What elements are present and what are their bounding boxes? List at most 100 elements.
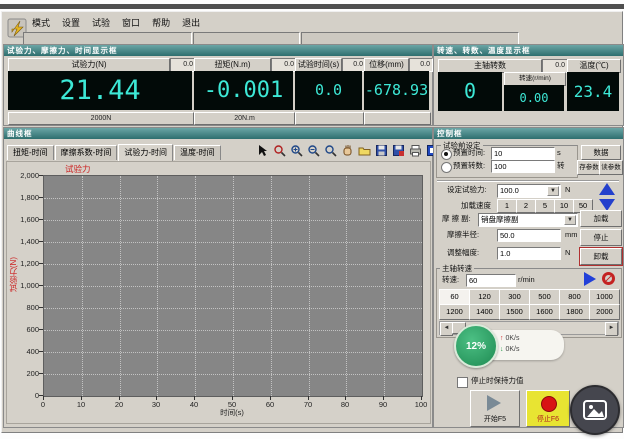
curve-tabs: 扭矩-时间摩擦系数-时间试验力-时间温度-时间	[7, 142, 222, 159]
set-force-combo[interactable]: 100.0 ▼	[497, 184, 561, 198]
start-button[interactable]: 开始F5	[470, 390, 520, 427]
panel-title: 试验力、摩擦力、时间显示框	[4, 45, 432, 56]
cpu-gauge-overlay[interactable]: 12%	[454, 324, 498, 368]
friction-radius-input[interactable]: 50.0	[497, 229, 561, 242]
stop-button[interactable]: 停止	[580, 229, 622, 246]
y-tick-mark	[39, 351, 43, 352]
preset-time-radio[interactable]	[441, 149, 452, 160]
read-params-button[interactable]: 读参数	[599, 160, 623, 175]
load-button[interactable]: 加载	[580, 210, 622, 227]
x-tick-label: 10	[77, 400, 85, 409]
set-force-value: 100.0	[500, 186, 519, 195]
chevron-down-icon[interactable]: ▼	[564, 215, 576, 225]
curve-tab[interactable]: 试验力-时间	[118, 144, 173, 161]
unload-button[interactable]: 卸载	[580, 248, 622, 265]
speed-grid-button[interactable]: 1200	[439, 304, 470, 320]
menu-item[interactable]: 退出	[182, 16, 200, 29]
menu-item[interactable]: 模式	[32, 16, 50, 29]
x-tick-mark	[194, 396, 195, 400]
print-icon[interactable]	[409, 144, 422, 157]
open-file-icon[interactable]	[358, 144, 371, 157]
speed-sub-lcd: 0.00	[504, 85, 564, 111]
load-speed-button[interactable]: 2	[516, 199, 536, 213]
speed-grid-button[interactable]: 120	[469, 289, 500, 305]
spindle-stop-icon[interactable]	[602, 272, 615, 285]
data-button[interactable]: 数据	[581, 145, 621, 160]
curve-tab[interactable]: 摩擦系数-时间	[55, 145, 118, 160]
y-tick-mark	[39, 241, 43, 242]
save-icon[interactable]	[375, 144, 388, 157]
y-tick-mark	[39, 307, 43, 308]
chevron-down-icon[interactable]: ▼	[547, 186, 559, 196]
screenshot-overlay-button[interactable]	[570, 385, 620, 435]
display-group: 位移(mm)0.0-678.93	[364, 56, 429, 124]
zoom-out-icon[interactable]	[307, 144, 320, 157]
x-tick-mark	[270, 396, 271, 400]
speed-grid-button[interactable]: 300	[499, 289, 530, 305]
spindle-start-icon[interactable]	[584, 272, 596, 286]
chart-toolbar	[256, 144, 439, 157]
x-tick-mark	[345, 396, 346, 400]
friction-radius-label: 摩擦半径:	[447, 229, 479, 241]
preset-time-unit: s	[557, 147, 561, 159]
preset-time-input[interactable]: 10	[491, 147, 555, 160]
spindle-speed-group-label: 主轴转速	[440, 263, 474, 274]
speed-input[interactable]: 60	[466, 274, 516, 287]
menu-item[interactable]: 试验	[92, 16, 110, 29]
pan-hand-icon[interactable]	[341, 144, 354, 157]
save-params-button[interactable]: 存参数	[577, 160, 601, 175]
x-tick-mark	[43, 396, 44, 400]
zoom-in-icon[interactable]	[290, 144, 303, 157]
x-tick-label: 0	[41, 400, 45, 409]
start-button-label: 开始F5	[471, 414, 519, 424]
x-tick-mark	[156, 396, 157, 400]
load-speed-button[interactable]: 1	[497, 199, 517, 213]
preset-revs-input[interactable]: 100	[491, 160, 555, 173]
preset-revs-radio[interactable]	[441, 162, 452, 173]
zoom-restore-icon[interactable]	[324, 144, 337, 157]
friction-pair-combo[interactable]: 销盘摩擦副 ▼	[478, 213, 578, 227]
gridline	[346, 176, 347, 396]
speed-grid-button[interactable]: 1000	[589, 289, 620, 305]
x-tick-mark	[383, 396, 384, 400]
save-as-icon[interactable]	[392, 144, 405, 157]
stop-f6-button[interactable]: 停止F6	[526, 390, 570, 427]
force-up-arrow-icon[interactable]	[599, 183, 615, 195]
zoom-window-icon[interactable]	[273, 144, 286, 157]
menu-item[interactable]: 设置	[62, 16, 80, 29]
menu-item[interactable]: 帮助	[152, 16, 170, 29]
speed-grid-button[interactable]: 1800	[559, 304, 590, 320]
adjust-amplitude-input[interactable]: 1.0	[497, 247, 561, 260]
display-group: 试验时间(s)0.00.0	[295, 56, 362, 124]
curve-tab[interactable]: 温度-时间	[174, 145, 221, 160]
menu-item[interactable]: 窗口	[122, 16, 140, 29]
x-tick-label: 60	[266, 400, 274, 409]
x-tick-label: 30	[152, 400, 160, 409]
select-cursor-icon[interactable]	[256, 144, 269, 157]
gridline	[384, 176, 385, 396]
curve-tab[interactable]: 扭矩-时间	[7, 145, 54, 160]
speed-grid-button[interactable]: 1400	[469, 304, 500, 320]
friction-radius-unit: mm	[565, 229, 578, 241]
display-label: 试验时间(s)	[295, 58, 342, 72]
display-peak-value: 0.0	[271, 58, 297, 72]
gridline	[233, 176, 234, 396]
display-lcd: -678.93	[364, 71, 429, 110]
speed-grid-button[interactable]: 1500	[499, 304, 530, 320]
y-tick-label: 1,000	[9, 281, 39, 290]
scroll-right-icon[interactable]: ►	[605, 322, 618, 336]
chart-plot[interactable]	[43, 175, 423, 397]
speed-grid-button[interactable]: 800	[559, 289, 590, 305]
curve-panel: 曲线框 扭矩-时间摩擦系数-时间试验力-时间温度-时间 试验力 试验力(N) 2…	[3, 127, 433, 428]
load-speed-button[interactable]: 10	[554, 199, 574, 213]
speed-grid-button[interactable]: 500	[529, 289, 560, 305]
speed-grid-button[interactable]: 60	[439, 289, 470, 305]
load-speed-button[interactable]: 5	[535, 199, 555, 213]
y-tick-mark	[39, 197, 43, 198]
speed-grid-button[interactable]: 2000	[589, 304, 620, 320]
hold-force-checkbox[interactable]	[457, 377, 468, 388]
display-range-label	[364, 112, 431, 125]
x-tick-label: 20	[115, 400, 123, 409]
display-lcd: 21.44	[8, 71, 192, 110]
speed-grid-button[interactable]: 1600	[529, 304, 560, 320]
